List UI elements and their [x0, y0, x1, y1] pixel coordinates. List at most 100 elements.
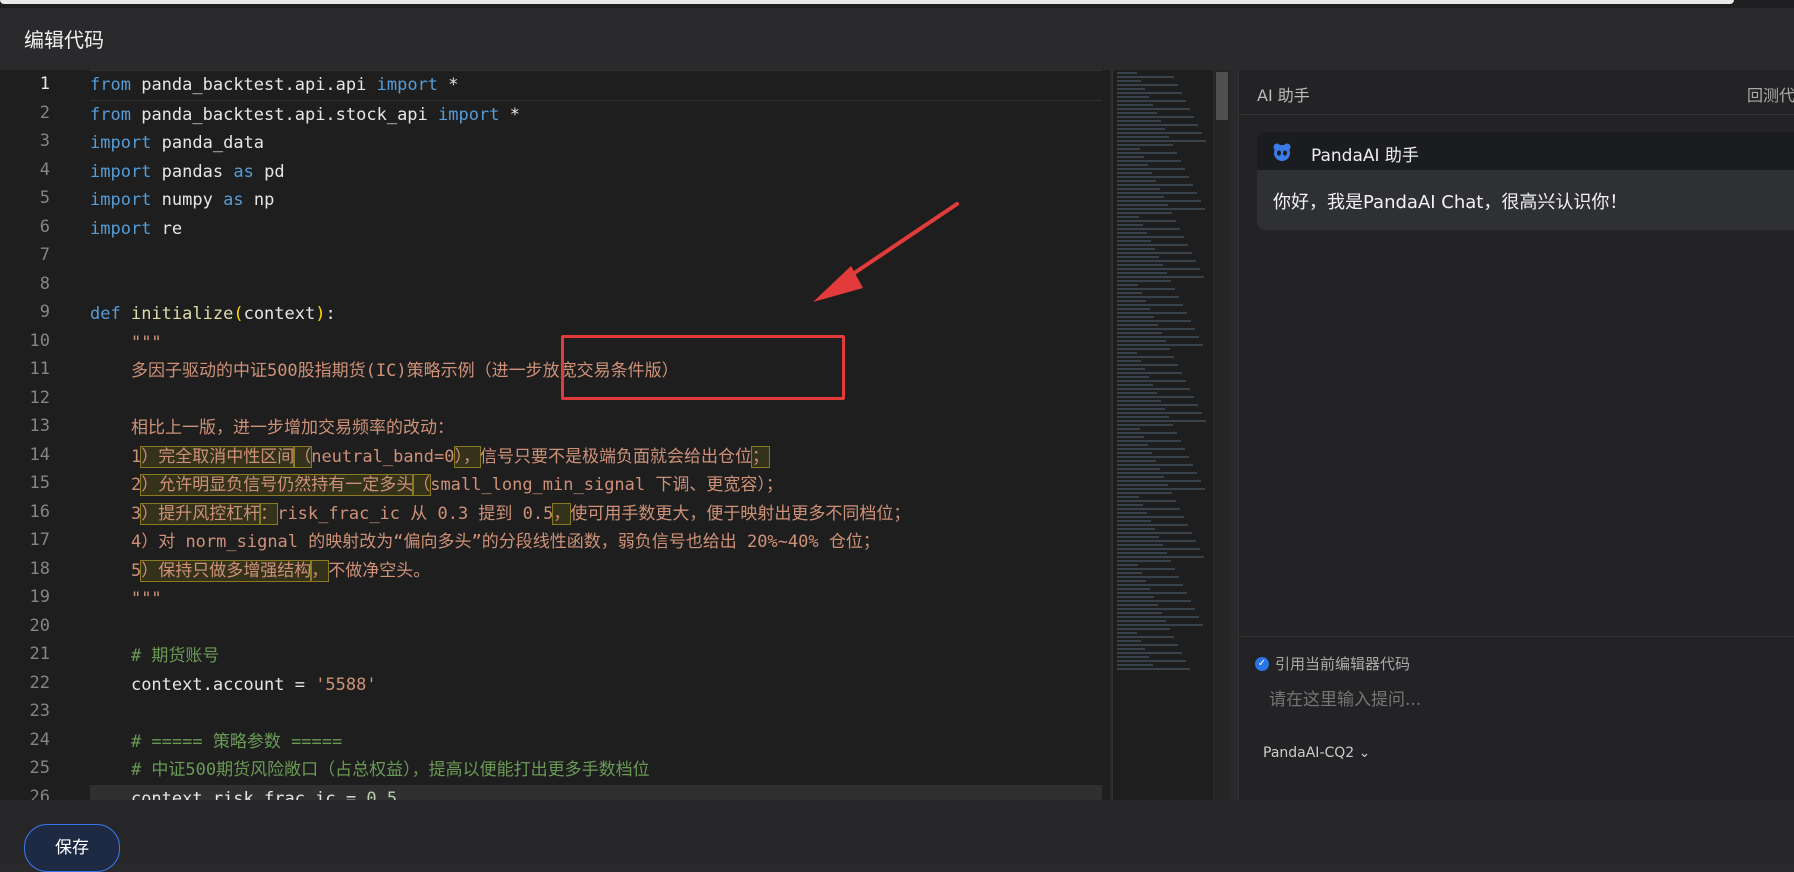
code-line-21[interactable]: # 期货账号 — [90, 642, 1102, 671]
minimap-row — [1117, 216, 1139, 218]
code-line-23[interactable] — [90, 699, 1102, 728]
code-area[interactable]: from panda_backtest.api.api import * fro… — [90, 70, 1102, 800]
code-line-25[interactable]: # 中证500期货风险敞口（占总权益），提高以便能打出更多手数档位 — [90, 756, 1102, 785]
code-line-16[interactable]: 3）提升风控杠杆：risk_frac_ic 从 0.3 提到 0.5，使可用手数… — [90, 500, 1102, 529]
ai-panel-title: AI 助手 — [1257, 86, 1310, 105]
minimap-row — [1117, 552, 1167, 554]
minimap-row — [1117, 324, 1158, 326]
code-minimap[interactable] — [1112, 70, 1213, 800]
minimap-row — [1117, 328, 1195, 330]
ai-panel-header: AI 助手 回测代 — [1239, 70, 1794, 115]
minimap-row — [1117, 80, 1141, 82]
minimap-row — [1117, 576, 1179, 578]
minimap-row — [1117, 640, 1141, 642]
scrollbar-thumb[interactable] — [1216, 72, 1228, 120]
chevron-down-icon: ⌄ — [1358, 745, 1371, 761]
line-number: 23 — [29, 701, 50, 721]
check-icon[interactable]: ✓ — [1255, 656, 1269, 671]
minimap-row — [1117, 508, 1180, 510]
code-line-15[interactable]: 2）允许明显负信号仍然持有一定多头（small_long_min_signal … — [90, 471, 1102, 500]
minimap-row — [1117, 340, 1166, 342]
ai-assistant-panel: AI 助手 回测代 PandaAI 助手 你好，我是PandaAI Chat，很… — [1238, 70, 1794, 801]
minimap-row — [1117, 624, 1203, 626]
cite-editor-code-toggle[interactable]: ✓ 引用当前编辑器代码 — [1255, 653, 1410, 674]
assistant-name: PandaAI 助手 — [1311, 146, 1419, 166]
minimap-row — [1117, 452, 1152, 454]
code-line-24[interactable]: # ===== 策略参数 ===== — [90, 728, 1102, 757]
minimap-row — [1117, 600, 1191, 602]
minimap-row — [1117, 440, 1181, 442]
line-number: 14 — [29, 444, 50, 465]
minimap-row — [1117, 544, 1163, 546]
minimap-row — [1117, 104, 1153, 106]
minimap-row — [1117, 200, 1201, 202]
code-line-4[interactable]: import pandas as pd — [90, 158, 1102, 187]
model-selector[interactable]: PandaAI-CQ2 ⌄ — [1263, 745, 1370, 761]
minimap-row — [1117, 92, 1182, 94]
minimap-row — [1117, 244, 1188, 246]
minimap-row — [1117, 228, 1180, 230]
assistant-message-header: PandaAI 助手 — [1257, 132, 1794, 170]
minimap-row — [1117, 132, 1202, 134]
editor-scrollbar[interactable] — [1214, 70, 1230, 800]
chat-input[interactable] — [1267, 689, 1751, 711]
minimap-row — [1117, 432, 1177, 434]
minimap-row — [1117, 128, 1165, 130]
minimap-row — [1117, 252, 1192, 254]
code-line-26[interactable]: context.risk_frac_ic = 0.5 — [90, 784, 1102, 800]
line-number: 26 — [29, 786, 50, 801]
code-line-14[interactable]: 1）完全取消中性区间（neutral_band=0），信号只要不是极端负面就会给… — [90, 443, 1102, 472]
minimap-row — [1117, 184, 1193, 186]
code-line-20[interactable] — [90, 614, 1102, 643]
tab-backtest-code[interactable]: 回测代 — [1747, 82, 1794, 106]
model-label: PandaAI-CQ2 — [1263, 745, 1355, 761]
code-line-19[interactable]: """ — [90, 585, 1102, 614]
minimap-row — [1117, 188, 1160, 190]
footer-bar: 保存 — [0, 800, 1794, 872]
line-number: 9 — [39, 302, 50, 322]
code-line-3[interactable]: import panda_data — [90, 129, 1102, 158]
code-line-18[interactable]: 5）保持只做多增强结构，不做净空头。 — [90, 557, 1102, 586]
minimap-row — [1117, 388, 1190, 390]
minimap-row — [1117, 520, 1151, 522]
minimap-row — [1117, 396, 1194, 398]
minimap-row — [1117, 268, 1200, 270]
minimap-row — [1117, 208, 1205, 210]
minimap-row — [1117, 564, 1138, 566]
minimap-row — [1117, 412, 1202, 414]
minimap-row — [1117, 108, 1190, 110]
line-number: 6 — [39, 216, 50, 237]
minimap-row — [1117, 380, 1186, 382]
minimap-row — [1117, 572, 1142, 574]
code-line-17[interactable]: 4）对 norm_signal 的映射改为“偏向多头”的分段线性函数，弱负信号也… — [90, 528, 1102, 557]
line-number: 15 — [29, 473, 50, 493]
line-number: 3 — [39, 131, 50, 151]
page-title: 编辑代码 — [24, 28, 104, 52]
minimap-row — [1117, 628, 1170, 630]
minimap-row — [1117, 660, 1186, 662]
save-button[interactable]: 保存 — [24, 824, 120, 872]
code-line-2[interactable]: from panda_backtest.api.stock_api import… — [90, 101, 1102, 130]
minimap-row — [1117, 72, 1137, 74]
line-number: 8 — [39, 273, 50, 294]
minimap-row — [1117, 444, 1148, 446]
minimap-row — [1117, 288, 1175, 290]
line-number: 11 — [29, 359, 50, 379]
minimap-row — [1117, 408, 1165, 410]
code-line-22[interactable]: context.account = '5588' — [90, 671, 1102, 700]
line-number: 17 — [29, 530, 50, 550]
minimap-row — [1117, 240, 1151, 242]
code-editor[interactable]: 1 2 3 4 5 6 7 8 9 10 11 12 13 14 15 16 17 18 19 20 21 22 23 24 2… — [0, 70, 1110, 800]
minimap-row — [1117, 612, 1162, 614]
minimap-row — [1117, 400, 1161, 402]
minimap-row — [1117, 356, 1174, 358]
code-line-1[interactable]: from panda_backtest.api.api import * — [90, 70, 1102, 101]
minimap-row — [1117, 180, 1156, 182]
line-number: 24 — [29, 729, 50, 750]
code-line-13[interactable]: 相比上一版，进一步增加交易频率的改动： — [90, 414, 1102, 443]
minimap-row — [1117, 144, 1173, 146]
minimap-row — [1117, 436, 1144, 438]
minimap-row — [1117, 404, 1198, 406]
chat-input-area: ✓ 引用当前编辑器代码 PandaAI-CQ2 ⌄ — [1239, 636, 1794, 801]
minimap-row — [1117, 636, 1174, 638]
